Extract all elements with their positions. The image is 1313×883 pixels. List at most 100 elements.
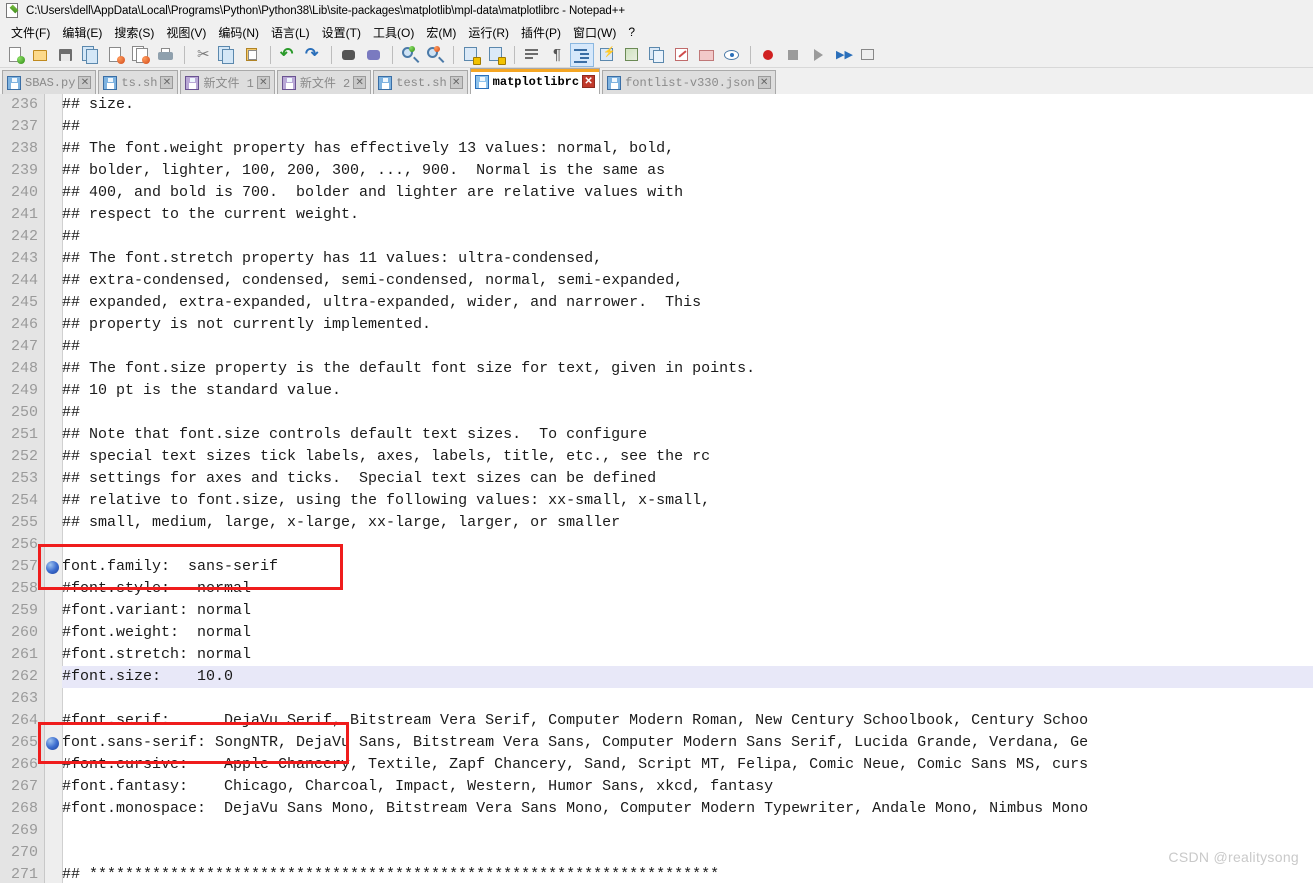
code-line[interactable]: 255 ## small, medium, large, x-large, xx-… bbox=[0, 512, 1313, 534]
menu-help[interactable]: ? bbox=[622, 23, 641, 41]
code-line[interactable]: 236 ## size. bbox=[0, 94, 1313, 116]
code-line[interactable]: 263 bbox=[0, 688, 1313, 710]
close-icon[interactable]: ✕ bbox=[78, 76, 92, 89]
new-file-icon[interactable] bbox=[4, 43, 28, 67]
tab--1[interactable]: 新文件 1 ✕ bbox=[180, 70, 275, 94]
code-line[interactable]: 254 ## relative to font.size, using the f… bbox=[0, 490, 1313, 512]
paste-icon[interactable] bbox=[240, 43, 264, 67]
menu-tools[interactable]: 工具(O) bbox=[367, 22, 420, 43]
tab--2[interactable]: 新文件 2 ✕ bbox=[276, 70, 372, 94]
code-line[interactable]: 245 ## expanded, extra-expanded, ultra-ex… bbox=[0, 292, 1313, 314]
code-line[interactable]: 251 ## Note that font.size controls defau… bbox=[0, 424, 1313, 446]
close-icon[interactable]: ✕ bbox=[256, 76, 270, 89]
menu-macro[interactable]: 宏(M) bbox=[420, 22, 462, 43]
close-all-icon[interactable] bbox=[129, 43, 153, 67]
code-line[interactable]: 258 #font.style: normal bbox=[0, 578, 1313, 600]
code-line[interactable]: 261 #font.stretch: normal bbox=[0, 644, 1313, 666]
menu-view[interactable]: 视图(V) bbox=[160, 22, 212, 43]
code-line[interactable]: 247 ## bbox=[0, 336, 1313, 358]
tab-fontlist-v330-json[interactable]: fontlist-v330.json ✕ bbox=[602, 70, 776, 94]
code-line[interactable]: 244 ## extra-condensed, condensed, semi-c… bbox=[0, 270, 1313, 292]
tab-sbas-py[interactable]: SBAS.py ✕ bbox=[2, 70, 97, 94]
sync-vertical-icon[interactable] bbox=[459, 43, 483, 67]
show-all-chars-icon[interactable]: ¶ bbox=[545, 43, 569, 67]
open-file-icon[interactable] bbox=[29, 43, 53, 67]
code-line[interactable]: 250 ## bbox=[0, 402, 1313, 424]
code-line[interactable]: 270 bbox=[0, 842, 1313, 864]
save-blue-icon bbox=[7, 75, 21, 90]
code-line[interactable]: 266 #font.cursive: Apple Chancery, Textil… bbox=[0, 754, 1313, 776]
code-line[interactable]: 248 ## The font.size property is the defa… bbox=[0, 358, 1313, 380]
redo-icon[interactable]: ↷ bbox=[301, 43, 325, 67]
stop-macro-icon[interactable] bbox=[781, 43, 805, 67]
sync-horizontal-icon[interactable] bbox=[484, 43, 508, 67]
run-dialog-icon[interactable] bbox=[856, 43, 880, 67]
find-icon[interactable] bbox=[337, 43, 361, 67]
undo-icon[interactable]: ↶ bbox=[276, 43, 300, 67]
close-icon[interactable]: ✕ bbox=[160, 76, 174, 89]
save-all-icon[interactable] bbox=[79, 43, 103, 67]
code-line[interactable]: 256 bbox=[0, 534, 1313, 556]
code-line[interactable]: 249 ## 10 pt is the standard value. bbox=[0, 380, 1313, 402]
user-defined-dialog-icon[interactable] bbox=[595, 43, 619, 67]
code-line[interactable]: 238 ## The font.weight property has effec… bbox=[0, 138, 1313, 160]
code-line[interactable]: 241 ## respect to the current weight. bbox=[0, 204, 1313, 226]
save-icon[interactable] bbox=[54, 43, 78, 67]
record-macro-icon[interactable] bbox=[756, 43, 780, 67]
tab-ts-sh[interactable]: ts.sh ✕ bbox=[98, 70, 179, 94]
cut-icon[interactable]: ✂ bbox=[190, 43, 214, 67]
code-line[interactable]: 259 #font.variant: normal bbox=[0, 600, 1313, 622]
menu-plugins[interactable]: 插件(P) bbox=[515, 22, 567, 43]
close-icon[interactable]: ✕ bbox=[582, 75, 596, 88]
indent-guide-icon[interactable] bbox=[570, 42, 594, 67]
zoom-in-icon[interactable] bbox=[398, 43, 422, 67]
word-wrap-icon[interactable] bbox=[520, 43, 544, 67]
menu-search[interactable]: 搜索(S) bbox=[108, 22, 160, 43]
code-line[interactable]: 246 ## property is not currently implemen… bbox=[0, 314, 1313, 336]
print-icon[interactable] bbox=[154, 43, 178, 67]
monitoring-icon[interactable] bbox=[720, 43, 744, 67]
code-line[interactable]: 237 ## bbox=[0, 116, 1313, 138]
code-line[interactable]: 269 bbox=[0, 820, 1313, 842]
menu-encoding[interactable]: 编码(N) bbox=[212, 22, 265, 43]
menu-window[interactable]: 窗口(W) bbox=[567, 22, 622, 43]
code-line[interactable]: 271 ## **********************************… bbox=[0, 864, 1313, 883]
code-line[interactable]: 267 #font.fantasy: Chicago, Charcoal, Imp… bbox=[0, 776, 1313, 798]
copy-icon[interactable] bbox=[215, 43, 239, 67]
bookmark-icon[interactable] bbox=[46, 737, 59, 750]
code-line[interactable]: 239 ## bolder, lighter, 100, 200, 300, ..… bbox=[0, 160, 1313, 182]
tab-label: 新文件 2 bbox=[299, 77, 351, 91]
function-list-icon[interactable] bbox=[670, 43, 694, 67]
close-icon[interactable]: ✕ bbox=[353, 76, 367, 89]
code-line[interactable]: 240 ## 400, and bold is 700. bolder and l… bbox=[0, 182, 1313, 204]
play-macro-icon[interactable] bbox=[806, 43, 830, 67]
folder-as-workspace-icon[interactable] bbox=[695, 43, 719, 67]
run-macro-multiple-icon[interactable]: ▶▶ bbox=[831, 43, 855, 67]
menu-file[interactable]: 文件(F) bbox=[5, 22, 56, 43]
code-line[interactable]: 252 ## special text sizes tick labels, ax… bbox=[0, 446, 1313, 468]
close-file-icon[interactable] bbox=[104, 43, 128, 67]
menu-language[interactable]: 语言(L) bbox=[265, 22, 316, 43]
document-list-icon[interactable] bbox=[645, 43, 669, 67]
menu-run[interactable]: 运行(R) bbox=[462, 22, 515, 43]
close-icon[interactable]: ✕ bbox=[449, 76, 463, 89]
code-line[interactable]: 257 font.family: sans-serif bbox=[0, 556, 1313, 578]
code-line[interactable]: 253 ## settings for axes and ticks. Speci… bbox=[0, 468, 1313, 490]
code-line[interactable]: 264 #font.serif: DejaVu Serif, Bitstream … bbox=[0, 710, 1313, 732]
tab-test-sh[interactable]: test.sh ✕ bbox=[373, 70, 468, 94]
code-line[interactable]: 268 #font.monospace: DejaVu Sans Mono, Bi… bbox=[0, 798, 1313, 820]
code-line[interactable]: 242 ## bbox=[0, 226, 1313, 248]
close-icon[interactable]: ✕ bbox=[757, 76, 771, 89]
menu-settings[interactable]: 设置(T) bbox=[316, 22, 367, 43]
code-line[interactable]: 262 #font.size: 10.0 bbox=[0, 666, 1313, 688]
code-line[interactable]: 243 ## The font.stretch property has 11 v… bbox=[0, 248, 1313, 270]
replace-icon[interactable] bbox=[362, 43, 386, 67]
tab-matplotlibrc[interactable]: matplotlibrc ✕ bbox=[469, 68, 601, 94]
zoom-out-icon[interactable] bbox=[423, 43, 447, 67]
editor-area[interactable]: 236 ## size. 237 ## 238 ## The font.weight pr… bbox=[0, 94, 1313, 883]
document-map-icon[interactable] bbox=[620, 43, 644, 67]
menu-edit[interactable]: 编辑(E) bbox=[56, 22, 108, 43]
bookmark-icon[interactable] bbox=[46, 561, 59, 574]
code-line[interactable]: 260 #font.weight: normal bbox=[0, 622, 1313, 644]
code-line[interactable]: 265 font.sans-serif: SongNTR, DejaVu Sans… bbox=[0, 732, 1313, 754]
